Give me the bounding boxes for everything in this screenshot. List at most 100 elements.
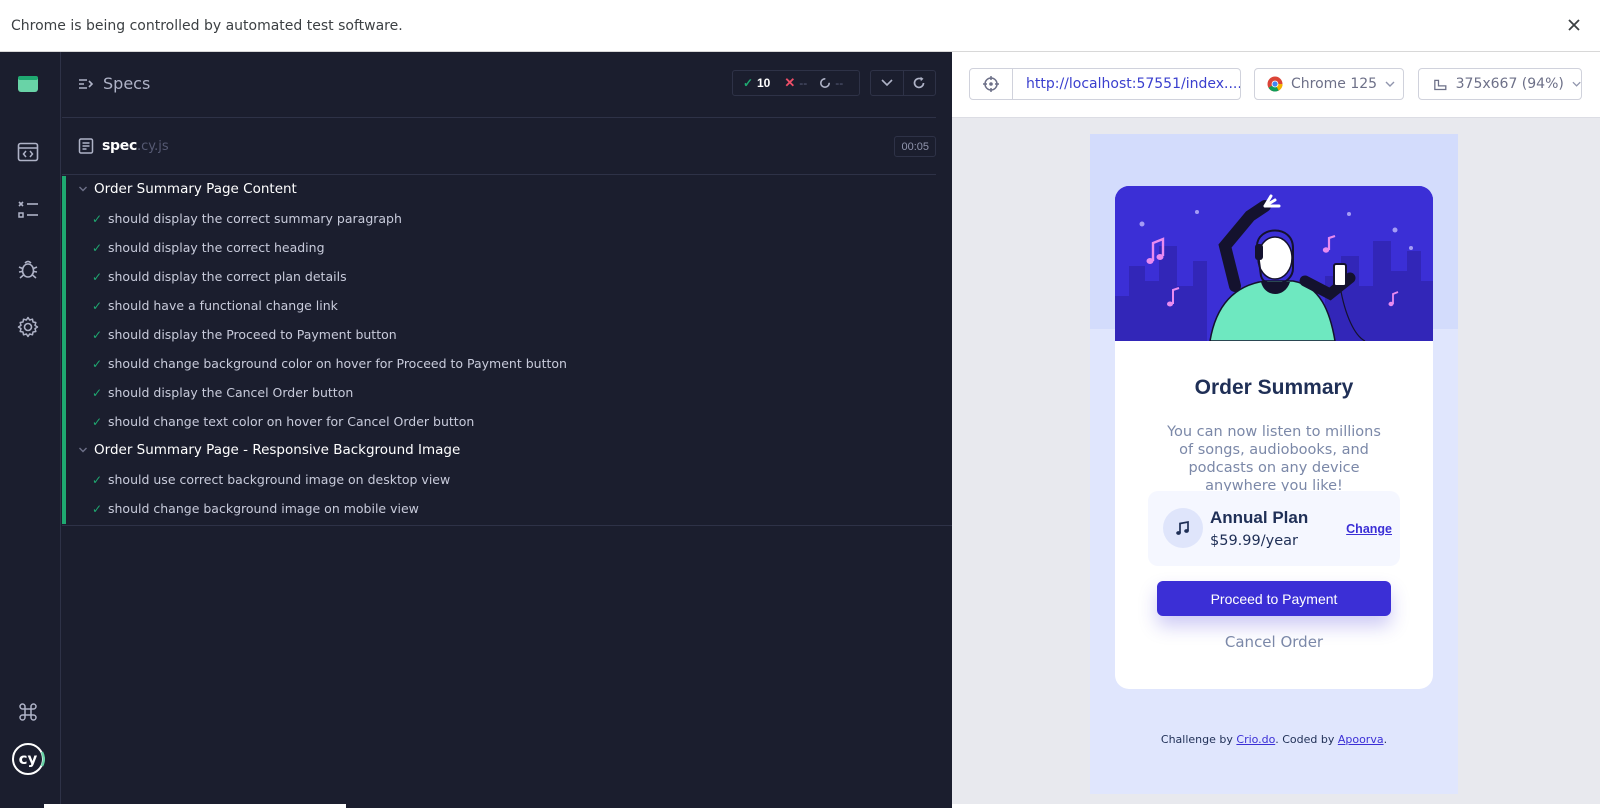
plan-price: $59.99/year xyxy=(1210,533,1298,549)
test-row[interactable]: ✓ should change text color on hover for C… xyxy=(92,414,474,429)
pass-check-icon: ✓ xyxy=(92,472,103,487)
music-note-icon xyxy=(1163,508,1203,548)
author-link[interactable]: Apoorva xyxy=(1338,733,1384,746)
passed-check-icon: ✓ xyxy=(743,76,754,90)
svg-text:cy: cy xyxy=(19,750,38,768)
spec-file-ext: .cy.js xyxy=(136,139,169,154)
test-row[interactable]: ✓ should change background image on mobil… xyxy=(92,501,419,516)
test-title: should display the correct plan details xyxy=(108,269,347,284)
spec-file-name: spec xyxy=(102,138,137,154)
automation-infobar: Chrome is being controlled by automated … xyxy=(0,0,1600,52)
card-heading: Order Summary xyxy=(1194,376,1354,399)
spec-duration: 00:05 xyxy=(894,136,936,157)
sidebar-nav: cy xyxy=(0,52,61,808)
suite-title-label: Order Summary Page Content xyxy=(94,181,297,197)
test-row[interactable]: ✓ should change background color on hover… xyxy=(92,356,567,371)
crio-link[interactable]: Crio.do xyxy=(1236,733,1275,746)
app-under-test-panel: http://localhost:57551/index.... Chrome … xyxy=(952,52,1600,808)
keyboard-shortcuts-icon[interactable] xyxy=(14,698,42,726)
test-title: should have a functional change link xyxy=(108,298,338,313)
test-title: should display the Proceed to Payment bu… xyxy=(108,327,397,342)
specs-label: Specs xyxy=(103,74,151,93)
passed-count: 10 xyxy=(757,76,771,90)
chevron-down-icon xyxy=(79,447,87,453)
plan-box: Annual Plan $59.99/year Change xyxy=(1148,491,1400,566)
reporter-panel: Specs ✓ 10 ✕ -- -- spec.cy.js 00:05 Orde… xyxy=(62,52,952,808)
settings-gear-icon[interactable] xyxy=(14,313,42,341)
chevron-down-icon[interactable] xyxy=(871,71,903,95)
specs-list-icon[interactable] xyxy=(14,196,42,224)
test-row[interactable]: ✓ should display the Cancel Order button xyxy=(92,385,353,400)
failed-x-icon: ✕ xyxy=(784,75,796,90)
selector-playground-icon[interactable] xyxy=(969,68,1013,100)
menu-icon xyxy=(79,78,94,89)
pass-check-icon: ✓ xyxy=(92,269,103,284)
pass-check-icon: ✓ xyxy=(92,211,103,226)
test-title: should display the Cancel Order button xyxy=(108,385,354,400)
cypress-logo-icon[interactable]: cy xyxy=(11,742,45,776)
attribution-prefix: Challenge by xyxy=(1160,733,1237,746)
horizontal-scrollbar[interactable] xyxy=(44,804,346,808)
attribution: Challenge by Crio.do. Coded by Apoorva. xyxy=(1090,733,1458,746)
test-row[interactable]: ✓ should have a functional change link xyxy=(92,298,338,313)
document-icon xyxy=(78,138,94,154)
plan-name: Annual Plan xyxy=(1210,508,1309,527)
chevron-down-icon xyxy=(1572,81,1581,87)
test-row[interactable]: ✓ should display the Proceed to Payment b… xyxy=(92,327,397,342)
proceed-to-payment-button[interactable]: Proceed to Payment xyxy=(1157,581,1391,616)
attribution-suffix: . xyxy=(1383,733,1388,746)
suite-title[interactable]: Order Summary Page Content xyxy=(78,181,297,197)
suite-status-bar xyxy=(62,176,66,524)
spec-file: spec.cy.js xyxy=(78,137,169,155)
pass-check-icon: ✓ xyxy=(92,356,103,371)
pass-check-icon: ✓ xyxy=(92,298,103,313)
test-title: should display the correct summary parag… xyxy=(108,211,402,226)
attribution-middle: . Coded by xyxy=(1275,733,1338,746)
test-row[interactable]: ✓ should display the correct plan details xyxy=(92,269,347,284)
chevron-down-icon xyxy=(79,186,87,192)
debug-bug-icon[interactable] xyxy=(14,255,42,283)
order-summary-card: Order Summary You can now listen to mill… xyxy=(1115,186,1433,689)
chrome-logo-icon xyxy=(1267,76,1283,92)
aut-url[interactable]: http://localhost:57551/index.... xyxy=(1012,68,1241,100)
suite-title[interactable]: Order Summary Page - Responsive Backgrou… xyxy=(78,442,460,458)
change-plan-link[interactable]: Change xyxy=(1346,522,1392,536)
aut-toolbar: http://localhost:57551/index.... Chrome … xyxy=(952,52,1600,118)
pass-check-icon: ✓ xyxy=(92,327,103,342)
test-row[interactable]: ✓ should display the correct heading xyxy=(92,240,325,255)
pass-check-icon: ✓ xyxy=(92,501,103,516)
test-stats: ✓ 10 ✕ -- -- xyxy=(732,70,860,96)
divider xyxy=(62,525,952,526)
app-iframe: Order Summary You can now listen to mill… xyxy=(1090,134,1458,794)
bottom-edge xyxy=(952,804,1600,808)
test-row[interactable]: ✓ should display the correct summary para… xyxy=(92,211,402,226)
test-list: Order Summary Page Content ✓ should displ… xyxy=(62,176,952,526)
specs-toggle[interactable]: Specs xyxy=(78,74,150,93)
pass-check-icon: ✓ xyxy=(92,414,103,429)
test-row[interactable]: ✓ should use correct background image on … xyxy=(92,472,450,487)
pass-check-icon: ✓ xyxy=(92,385,103,400)
reporter-header: Specs ✓ 10 ✕ -- -- xyxy=(62,52,936,118)
card-description: You can now listen to millions of songs,… xyxy=(1167,424,1381,494)
viewport-ruler-icon xyxy=(1434,79,1447,91)
viewport-selector[interactable]: 375x667 (94%) xyxy=(1418,68,1582,100)
test-title: should change background image on mobile… xyxy=(108,501,419,516)
test-title: should change background color on hover … xyxy=(108,356,567,371)
pending-circle-icon xyxy=(820,78,831,88)
spec-header: spec.cy.js 00:05 xyxy=(62,118,936,175)
test-title: should change text color on hover for Ca… xyxy=(108,414,475,429)
project-logo-icon[interactable] xyxy=(14,70,42,98)
rerun-icon[interactable] xyxy=(902,71,935,95)
viewport-size: 375x667 (94%) xyxy=(1455,76,1564,92)
pass-check-icon: ✓ xyxy=(92,240,103,255)
hero-illustration xyxy=(1115,186,1433,342)
infobar-text: Chrome is being controlled by automated … xyxy=(11,17,403,34)
failed-count: -- xyxy=(799,76,808,90)
runs-icon[interactable] xyxy=(14,138,42,166)
test-title: should use correct background image on d… xyxy=(108,472,451,487)
reporter-controls xyxy=(870,70,936,96)
browser-name: Chrome 125 xyxy=(1291,76,1378,92)
browser-selector[interactable]: Chrome 125 xyxy=(1254,68,1404,100)
cancel-order-button[interactable]: Cancel Order xyxy=(1115,633,1433,651)
close-icon[interactable] xyxy=(1562,13,1586,37)
